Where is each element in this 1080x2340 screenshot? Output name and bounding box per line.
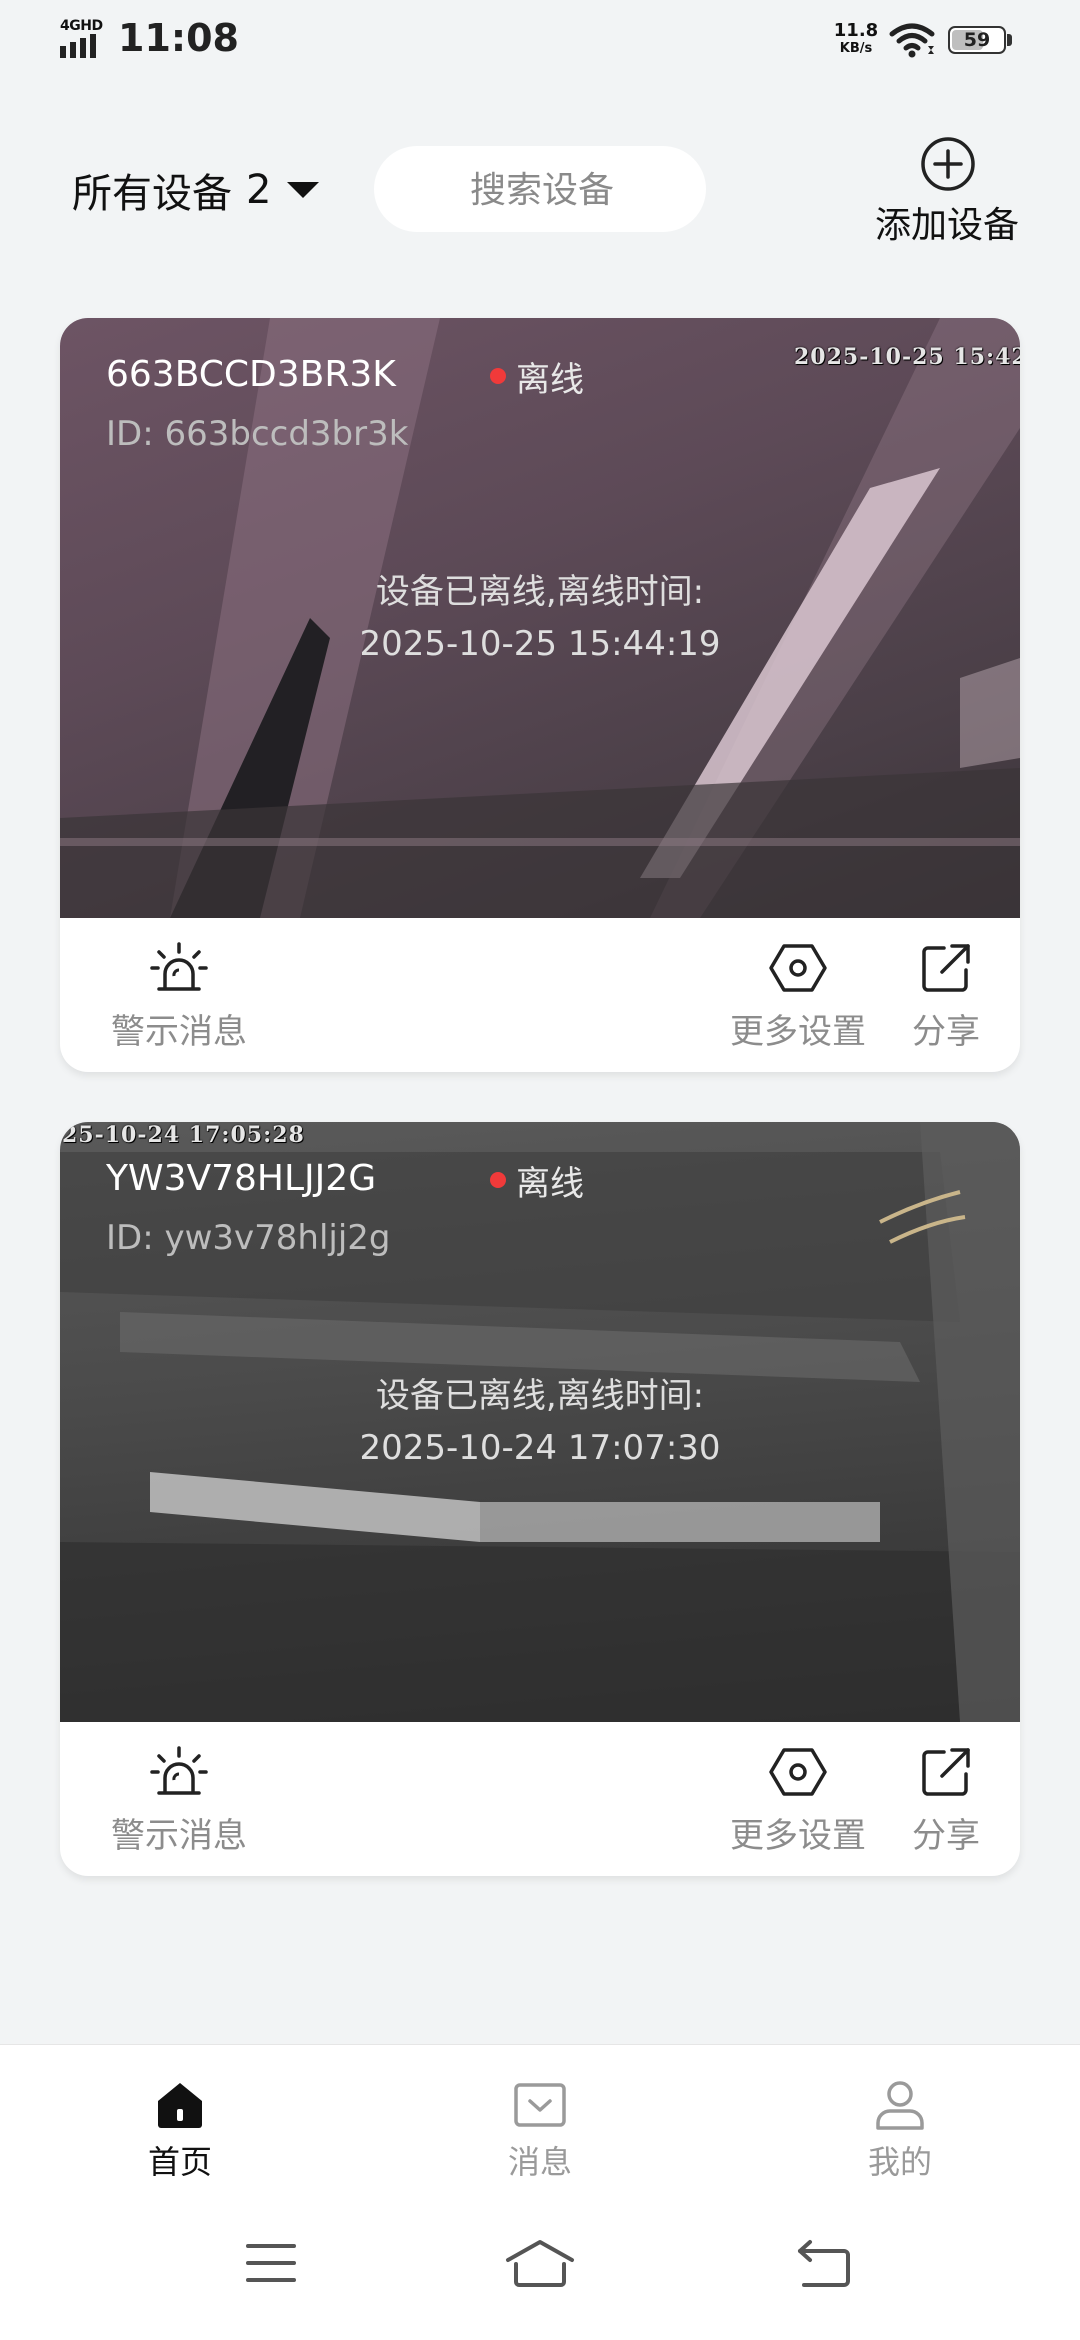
status-bar: 4GHD 11:08 11.8 KB/s 59 [0, 0, 1080, 90]
system-nav-bar [0, 2194, 1080, 2340]
share-label: 分享 [912, 1012, 980, 1052]
device-name: 663BCCD3BR3K [106, 354, 396, 395]
camera-preview[interactable]: 25-10-24 17:05:28 YW3V78HLJJ2G ID: yw3v7… [60, 1122, 1020, 1722]
status-time: 11:08 [118, 16, 239, 60]
wifi-icon [889, 23, 935, 58]
tab-home[interactable]: 首页 [90, 2079, 270, 2183]
osd-timestamp: 2025-10-25 15:42: [794, 344, 1020, 370]
osd-timestamp: 25-10-24 17:05:28 [62, 1122, 305, 1148]
add-circle-icon [921, 137, 975, 191]
network-type: 4GHD [60, 18, 103, 34]
share-icon [922, 1748, 970, 1796]
tab-home-label: 首页 [147, 2143, 212, 2181]
card-actions: 警示消息 更多设置 分享 [60, 1722, 1020, 1876]
home-icon [158, 2083, 202, 2128]
offline-message: 设备已离线,离线时间: 2025-10-24 17:07:30 [60, 1370, 1020, 1474]
menu-icon[interactable] [244, 2238, 298, 2288]
search-box[interactable] [374, 146, 710, 234]
offline-message: 设备已离线,离线时间: 2025-10-25 15:44:19 [60, 566, 1020, 670]
search-input[interactable] [374, 146, 710, 234]
alarm-messages-button[interactable]: 警示消息 [106, 940, 252, 1053]
alarm-messages-label: 警示消息 [111, 1012, 247, 1052]
status-badge: 离线 [490, 1158, 584, 1204]
message-icon [514, 2083, 566, 2127]
status-label: 离线 [516, 359, 584, 400]
alarm-siren-icon [150, 942, 208, 991]
alarm-siren-icon [150, 1746, 208, 1795]
system-home-icon[interactable] [504, 2238, 576, 2288]
more-settings-label: 更多设置 [730, 1816, 866, 1856]
network-speed: 11.8 KB/s [833, 20, 879, 57]
camera-preview[interactable]: 2025-10-25 15:42: 663BCCD3BR3K ID: 663bc… [60, 318, 1020, 918]
device-card: 2025-10-25 15:42: 663BCCD3BR3K ID: 663bc… [60, 318, 1020, 1072]
user-icon [876, 2081, 924, 2130]
offline-time: 2025-10-25 15:44:19 [359, 624, 721, 664]
cell-signal-icon: 4GHD [60, 18, 106, 58]
status-badge: 离线 [490, 354, 584, 400]
tab-me-label: 我的 [867, 2143, 932, 2181]
caret-down-icon [287, 182, 320, 198]
share-button[interactable]: 分享 [896, 940, 996, 1053]
hexagon-settings-icon [769, 1748, 827, 1796]
device-count: 2 [246, 167, 272, 213]
more-settings-button[interactable]: 更多设置 [718, 1744, 878, 1857]
share-icon [922, 944, 970, 992]
back-icon[interactable] [794, 2238, 854, 2288]
device-filter-dropdown[interactable]: 所有设备 2 [72, 160, 320, 220]
card-actions: 警示消息 更多设置 分享 [60, 918, 1020, 1072]
tab-messages-label: 消息 [507, 2143, 572, 2181]
bottom-nav: 首页 消息 我的 [0, 2044, 1080, 2195]
more-settings-label: 更多设置 [730, 1012, 866, 1052]
battery-level: 59 [963, 29, 991, 51]
hexagon-settings-icon [769, 944, 827, 992]
device-card: 25-10-24 17:05:28 YW3V78HLJJ2G ID: yw3v7… [60, 1122, 1020, 1876]
tab-messages[interactable]: 消息 [450, 2079, 630, 2183]
device-name: YW3V78HLJJ2G [106, 1158, 377, 1199]
tab-me[interactable]: 我的 [810, 2079, 990, 2183]
share-label: 分享 [912, 1816, 980, 1856]
add-device-button[interactable]: 添加设备 [872, 136, 1022, 246]
battery-icon: 59 [948, 26, 1016, 56]
alarm-messages-label: 警示消息 [111, 1816, 247, 1856]
device-id: ID: yw3v78hljj2g [106, 1218, 391, 1258]
offline-time: 2025-10-24 17:07:30 [359, 1428, 721, 1468]
more-settings-button[interactable]: 更多设置 [718, 940, 878, 1053]
offline-dot [490, 368, 506, 384]
add-device-label: 添加设备 [874, 205, 1019, 246]
offline-dot [490, 1172, 506, 1188]
status-label: 离线 [516, 1163, 584, 1204]
offline-message-title: 设备已离线,离线时间: [375, 572, 705, 612]
alarm-messages-button[interactable]: 警示消息 [106, 1744, 252, 1857]
device-id: ID: 663bccd3br3k [106, 414, 409, 454]
offline-message-title: 设备已离线,离线时间: [375, 1376, 705, 1416]
device-filter-label: 所有设备 [72, 171, 232, 217]
share-button[interactable]: 分享 [896, 1744, 996, 1857]
